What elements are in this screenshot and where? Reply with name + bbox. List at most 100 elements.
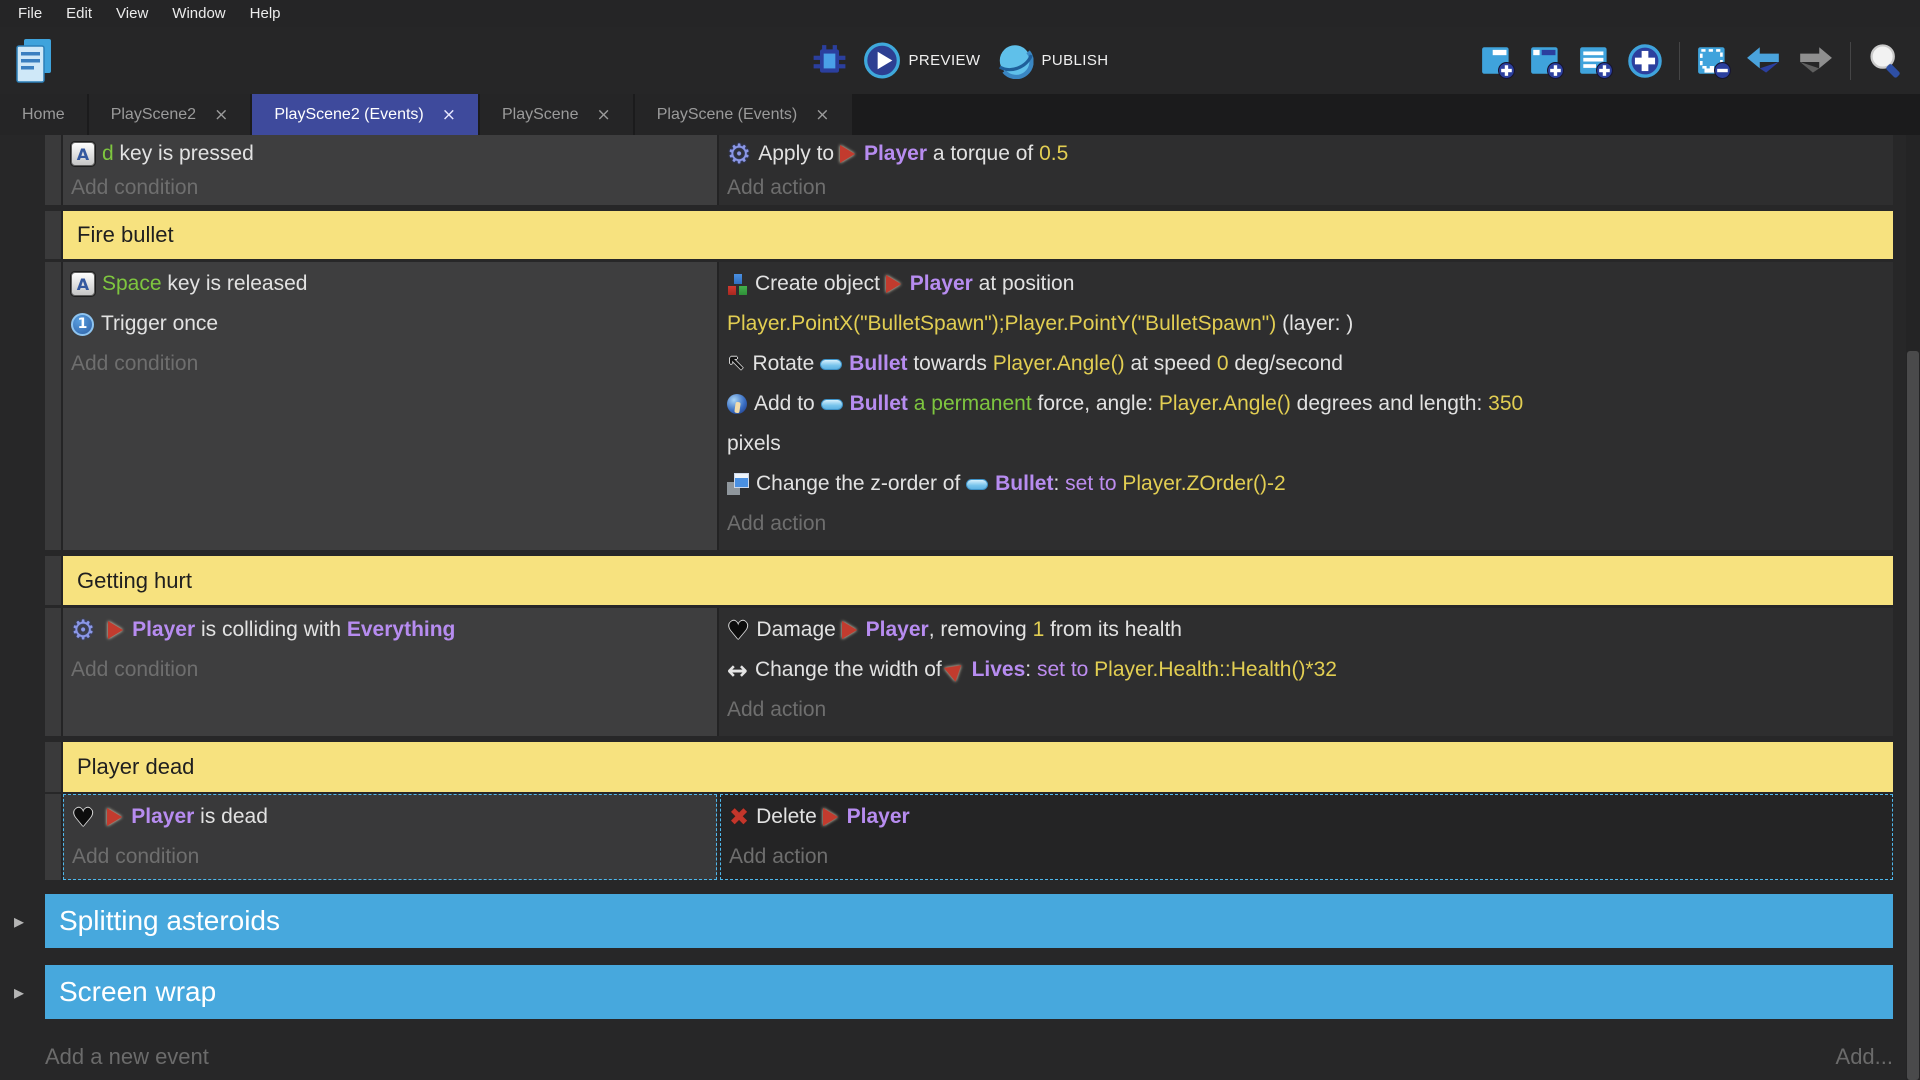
text-segment: Player <box>847 805 910 829</box>
condition-line[interactable]: Player is dead <box>72 797 710 837</box>
action-line[interactable]: Change the z-order of Bullet: set to Pla… <box>727 464 1887 504</box>
tab-close-icon[interactable]: × <box>815 105 829 125</box>
add-action-button[interactable]: Add action <box>727 171 1887 205</box>
event-row[interactable]: Space key is released Trigger once Add c… <box>45 262 1893 550</box>
add-action-button[interactable]: Add action <box>727 504 1887 544</box>
drag-handle[interactable] <box>45 135 63 205</box>
scrollbar-thumb[interactable] <box>1907 351 1919 1080</box>
drag-handle[interactable] <box>45 556 63 605</box>
add-action-button[interactable]: Add action <box>727 690 1887 730</box>
group-row-splitting-asteroids[interactable]: Splitting asteroids <box>45 894 1893 948</box>
add-condition-button[interactable]: Add condition <box>71 344 711 384</box>
action-line[interactable]: Delete Player <box>729 797 1886 837</box>
menu-help[interactable]: Help <box>238 1 293 26</box>
add-condition-button[interactable]: Add condition <box>72 837 710 877</box>
preview-button[interactable]: PREVIEW <box>864 42 981 79</box>
add-button[interactable]: Add... <box>1836 1044 1893 1070</box>
condition-line[interactable]: Trigger once <box>71 304 711 344</box>
action-line[interactable]: Apply to Player a torque of 0.5 <box>727 137 1887 171</box>
menu-file[interactable]: File <box>6 1 54 26</box>
text-segment: degrees and length: <box>1291 392 1488 416</box>
tab-close-icon[interactable]: × <box>596 105 610 125</box>
actions-cell[interactable]: Apply to Player a torque of 0.5 Add acti… <box>717 135 1893 205</box>
undo-icon[interactable] <box>1744 43 1784 79</box>
tab-bar: Home PlayScene2 × PlayScene2 (Events) × … <box>0 94 1920 135</box>
add-condition-button[interactable]: Add condition <box>71 650 711 690</box>
publish-button[interactable]: PUBLISH <box>996 42 1108 79</box>
text-segment: d <box>102 142 114 166</box>
tab-playscene-events[interactable]: PlayScene (Events) × <box>635 94 854 135</box>
tab-close-icon[interactable]: × <box>442 105 456 125</box>
action-line[interactable]: Player.PointX("BulletSpawn");Player.Poin… <box>727 304 1887 344</box>
player-icon <box>842 621 857 639</box>
action-line[interactable]: Damage Player, removing 1 from its healt… <box>727 610 1887 650</box>
bottom-add-row: Add a new event Add... <box>45 1019 1893 1080</box>
action-line[interactable]: Rotate Bullet towards Player.Angle() at … <box>727 344 1887 384</box>
tab-playscene2[interactable]: PlayScene2 × <box>89 94 253 135</box>
drag-handle[interactable] <box>45 742 63 792</box>
once-icon <box>71 313 94 336</box>
drag-handle[interactable] <box>45 262 63 550</box>
gear-icon <box>71 615 95 646</box>
text-segment: key is released <box>162 272 308 296</box>
tab-playscene[interactable]: PlayScene × <box>480 94 635 135</box>
condition-line[interactable]: Space key is released <box>71 264 711 304</box>
action-line[interactable]: pixels <box>727 424 1887 464</box>
condition-line[interactable]: Player is colliding with Everything <box>71 610 711 650</box>
conditions-cell[interactable]: d key is pressed Add condition <box>63 135 717 205</box>
comment-row[interactable]: Getting hurt <box>45 556 1893 605</box>
remove-selection-icon[interactable] <box>1695 43 1733 79</box>
condition-line[interactable]: d key is pressed <box>71 137 711 171</box>
text-segment: Trigger once <box>101 312 218 336</box>
preview-label: PREVIEW <box>909 52 981 69</box>
conditions-cell[interactable]: Player is colliding with Everything Add … <box>63 608 717 736</box>
add-comment-icon[interactable] <box>1577 43 1615 79</box>
event-sheet: d key is pressed Add condition Apply to … <box>0 135 1920 1080</box>
add-condition-button[interactable]: Add condition <box>71 171 711 205</box>
drag-handle[interactable] <box>45 608 63 736</box>
add-subevent-icon[interactable] <box>1528 43 1566 79</box>
text-segment: force, angle: <box>1032 392 1159 416</box>
expand-arrow-icon[interactable] <box>14 909 24 933</box>
drag-handle[interactable] <box>45 794 63 880</box>
menu-window[interactable]: Window <box>160 1 237 26</box>
event-row[interactable]: d key is pressed Add condition Apply to … <box>45 135 1893 205</box>
action-line[interactable]: Add to Bullet a permanent force, angle: … <box>727 384 1887 424</box>
drag-handle[interactable] <box>45 211 63 259</box>
comment-row[interactable]: Fire bullet <box>45 211 1893 259</box>
comment-row[interactable]: Player dead <box>45 742 1893 792</box>
conditions-cell[interactable]: Space key is released Trigger once Add c… <box>63 262 717 550</box>
conditions-cell[interactable]: Player is dead Add condition <box>63 794 717 880</box>
actions-cell[interactable]: Delete Player Add action <box>720 794 1893 880</box>
actions-cell[interactable]: Create object Player at position Player.… <box>717 262 1893 550</box>
tab-close-icon[interactable]: × <box>214 105 228 125</box>
comment-text[interactable]: Player dead <box>63 742 1893 792</box>
tab-playscene2-events[interactable]: PlayScene2 (Events) × <box>252 94 480 135</box>
menu-view[interactable]: View <box>104 1 160 26</box>
action-line[interactable]: Create object Player at position <box>727 264 1887 304</box>
add-new-icon[interactable] <box>1626 42 1664 80</box>
scrollbar-track[interactable] <box>1906 135 1920 1080</box>
player-icon <box>823 808 838 826</box>
player-icon <box>886 275 901 293</box>
comment-text[interactable]: Getting hurt <box>63 556 1893 605</box>
actions-cell[interactable]: Damage Player, removing 1 from its healt… <box>717 608 1893 736</box>
action-line[interactable]: Change the width of Lives: set to Player… <box>727 650 1887 690</box>
expand-arrow-icon[interactable] <box>14 980 24 1004</box>
tab-home[interactable]: Home <box>0 94 89 135</box>
events-sheet-icon[interactable] <box>12 36 56 86</box>
search-icon[interactable] <box>1866 41 1906 81</box>
redo-icon[interactable] <box>1795 43 1835 79</box>
text-segment: Change the width of <box>755 658 948 682</box>
event-row[interactable]: Player is colliding with Everything Add … <box>45 608 1893 736</box>
add-new-event-button[interactable]: Add a new event <box>45 1044 209 1070</box>
text-segment: is colliding with <box>195 618 347 642</box>
group-row-screen-wrap[interactable]: Screen wrap <box>45 965 1893 1019</box>
comment-text[interactable]: Fire bullet <box>63 211 1893 259</box>
menu-edit[interactable]: Edit <box>54 1 104 26</box>
force-icon <box>727 394 747 414</box>
event-row-selected[interactable]: Player is dead Add condition Delete Play… <box>45 794 1893 880</box>
debugger-icon[interactable] <box>812 43 848 79</box>
add-event-icon[interactable] <box>1479 43 1517 79</box>
add-action-button[interactable]: Add action <box>729 837 1886 877</box>
